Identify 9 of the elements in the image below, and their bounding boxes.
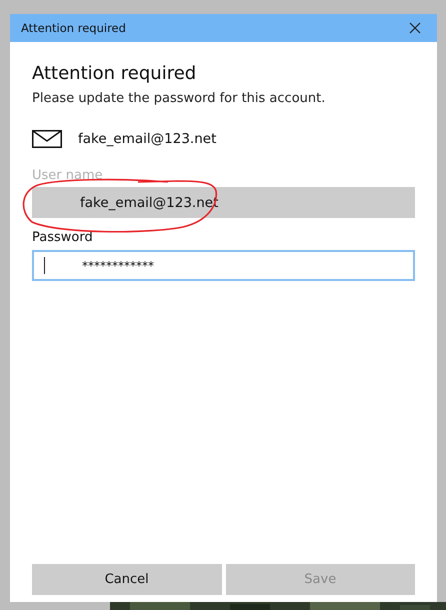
envelope-icon xyxy=(32,130,62,148)
field-label: Password xyxy=(32,230,94,245)
dialog-message: Please update the password for this account. xyxy=(32,91,326,106)
password-field[interactable]: ************ xyxy=(32,250,415,281)
dialog-heading: Attention required xyxy=(32,63,198,85)
close-icon[interactable] xyxy=(409,22,421,34)
cancel-button[interactable]: Cancel xyxy=(32,564,222,595)
account-email: fake_email@123.net xyxy=(78,131,216,147)
window-title: Attention required xyxy=(21,21,126,35)
